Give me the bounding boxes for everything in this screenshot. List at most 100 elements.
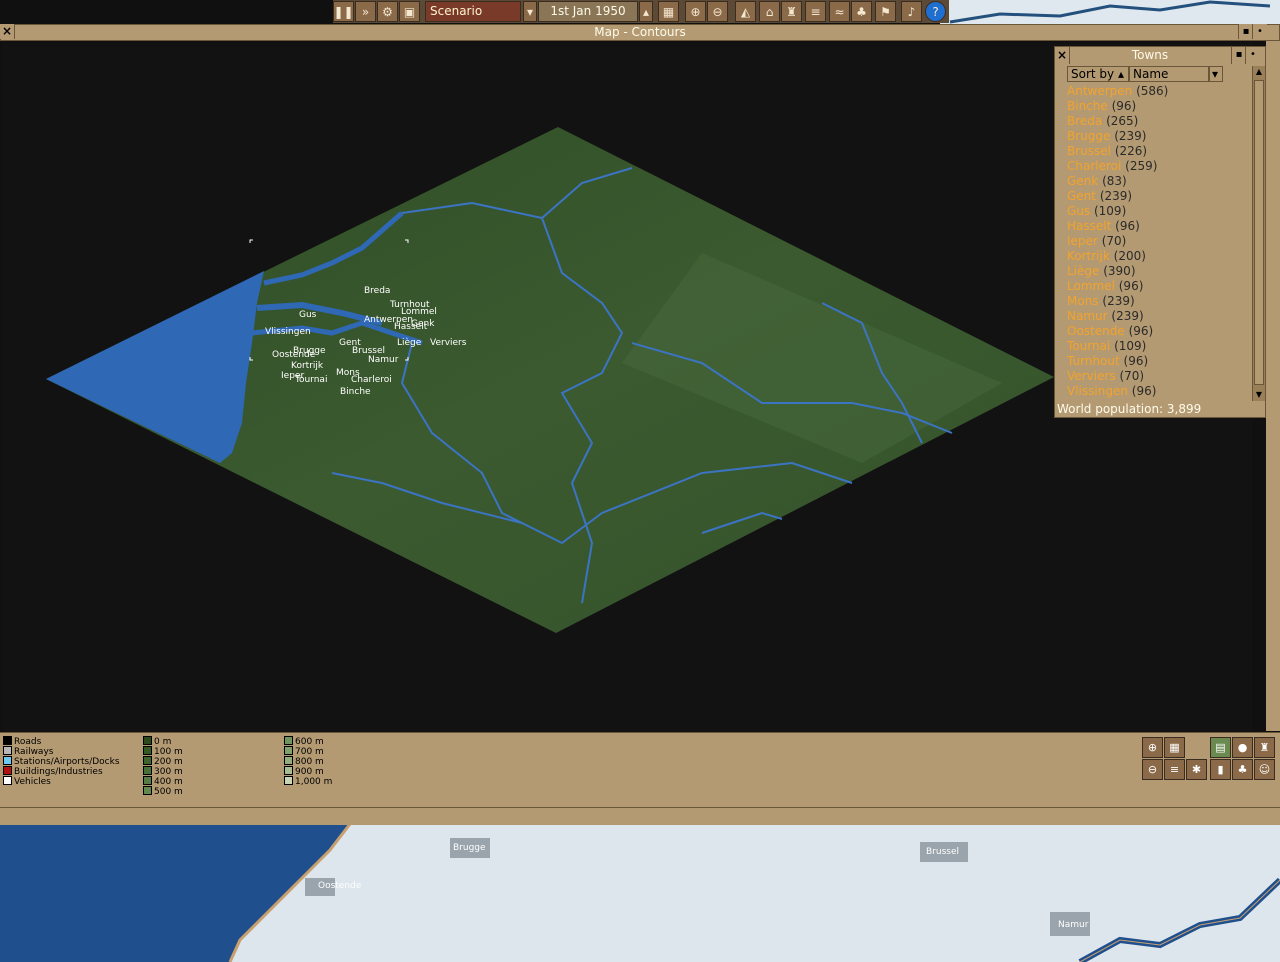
legend-height: 300 m	[143, 766, 183, 777]
map-town-label[interactable]: Genk	[411, 319, 434, 329]
towns-close-icon[interactable]: ×	[1055, 47, 1070, 64]
date-up-arrow-icon[interactable]: ▴	[639, 1, 653, 22]
list-item[interactable]: Genk (83)	[1067, 174, 1249, 189]
list-item[interactable]: Tournai (109)	[1067, 339, 1249, 354]
scroll-down-icon[interactable]: ▼	[1253, 389, 1265, 401]
sign-icon[interactable]: ⚑	[875, 1, 896, 22]
legend-height: 100 m	[143, 746, 183, 757]
town-list[interactable]: Antwerpen (586) Binche (96) Breda (265) …	[1067, 84, 1249, 402]
world-town-label-namur[interactable]: Namur	[1058, 920, 1088, 930]
help-icon[interactable]: ?	[925, 1, 946, 22]
map-town-label[interactable]: Vlissingen	[265, 327, 311, 337]
legend-height: 500 m	[143, 786, 183, 797]
owners-mode-icon[interactable]: ☺	[1254, 759, 1275, 780]
map-pin-icon[interactable]: ▪	[1238, 24, 1253, 39]
town-names-toggle-icon[interactable]: ▮	[1210, 759, 1231, 780]
date-down-arrow-icon[interactable]: ▾	[523, 1, 537, 22]
pause-icon[interactable]: ❚❚	[333, 1, 354, 22]
towns-pin-icon[interactable]: •	[1245, 47, 1260, 64]
list-item[interactable]: Liège (390)	[1067, 264, 1249, 279]
minimap-icon[interactable]: ▦	[658, 1, 679, 22]
list-item[interactable]: Vlissingen (96)	[1067, 384, 1249, 399]
zoom-out-icon[interactable]: ⊖	[707, 1, 728, 22]
list-item[interactable]: Gus (109)	[1067, 204, 1249, 219]
list-item[interactable]: Kortrijk (200)	[1067, 249, 1249, 264]
legend-height: 0 m	[143, 736, 171, 747]
scroll-up-icon[interactable]: ▲	[1253, 66, 1265, 78]
sort-by-button[interactable]: Sort by ▴	[1067, 66, 1129, 82]
landscaping-icon[interactable]: ◭	[735, 1, 756, 22]
map-town-label[interactable]: Tournai	[295, 375, 327, 385]
center-view-icon[interactable]: ▦	[1164, 737, 1185, 758]
map-window-right-border	[1266, 41, 1280, 731]
list-item[interactable]: Antwerpen (586)	[1067, 84, 1249, 99]
chevron-down-icon[interactable]: ▾	[1209, 66, 1223, 82]
list-item[interactable]: Verviers (70)	[1067, 369, 1249, 384]
town-icon[interactable]: ⌂	[759, 1, 780, 22]
legend-roads: Roads	[3, 736, 41, 747]
vehicles-mode-icon[interactable]: ●	[1232, 737, 1253, 758]
sort-field-dropdown[interactable]: Name	[1129, 66, 1209, 82]
sort-by-label: Sort by	[1071, 67, 1115, 81]
legend-height: 1,000 m	[284, 776, 332, 787]
world-town-label-brussel[interactable]: Brussel	[926, 847, 959, 857]
rail-icon[interactable]: ≡	[805, 1, 826, 22]
towns-collapse-icon[interactable]: ▪	[1231, 47, 1246, 64]
fast-forward-icon[interactable]: »	[355, 1, 376, 22]
list-item[interactable]: Binche (96)	[1067, 99, 1249, 114]
map-town-label[interactable]: Gus	[299, 310, 316, 320]
list-item[interactable]: Ieper (70)	[1067, 234, 1249, 249]
settings-gear-icon[interactable]: ⚙	[377, 1, 398, 22]
link-stats-icon[interactable]: ✱	[1186, 759, 1207, 780]
routes-mode-icon[interactable]: ≡	[1164, 759, 1185, 780]
list-item[interactable]: Breda (265)	[1067, 114, 1249, 129]
sound-icon[interactable]: ♪	[901, 1, 922, 22]
list-item[interactable]: Brugge (239)	[1067, 129, 1249, 144]
list-item[interactable]: Mons (239)	[1067, 294, 1249, 309]
industries-mode-icon[interactable]: ♜	[1254, 737, 1275, 758]
map-town-label[interactable]: Oostende	[272, 350, 315, 360]
map-close-icon[interactable]: ×	[0, 24, 15, 39]
list-item[interactable]: Hasselt (96)	[1067, 219, 1249, 234]
list-item[interactable]: Brussel (226)	[1067, 144, 1249, 159]
towns-window-title[interactable]: Towns	[1069, 47, 1231, 64]
list-item[interactable]: Charleroi (259)	[1067, 159, 1249, 174]
save-icon[interactable]: ▣	[399, 1, 420, 22]
sort-field-value: Name	[1133, 67, 1169, 81]
legend-height: 700 m	[284, 746, 324, 757]
legend-buildings: Buildings/Industries	[3, 766, 103, 777]
legend-height: 400 m	[143, 776, 183, 787]
map-window-titlebar[interactable]: Map - Contours	[0, 24, 1280, 41]
zoom-in-icon[interactable]: ⊕	[685, 1, 706, 22]
town-list-scrollbar[interactable]: ▲ ▼	[1252, 66, 1265, 401]
map-town-label[interactable]: Binche	[340, 387, 371, 397]
industry-icon[interactable]: ♜	[781, 1, 802, 22]
map-town-label[interactable]: Charleroi	[351, 375, 392, 385]
water-icon[interactable]: ≈	[829, 1, 850, 22]
main-toolbar: ❚❚ » ⚙ ▣ Scenario Editor ▾ 1st Jan 1950 …	[333, 0, 949, 37]
legend-railways: Railways	[3, 746, 53, 757]
map-town-label[interactable]: Verviers	[430, 338, 466, 348]
map-town-label[interactable]: Liège	[397, 338, 421, 348]
vegetation-mode-icon[interactable]: ♣	[1232, 759, 1253, 780]
map-town-label[interactable]: Namur	[368, 355, 398, 365]
scenario-editor-label[interactable]: Scenario Editor	[425, 1, 521, 37]
map-legend-panel: Roads Railways Stations/Airports/Docks B…	[0, 732, 1280, 825]
list-item[interactable]: Lommel (96)	[1067, 279, 1249, 294]
zoom-out-icon[interactable]: ⊖	[1142, 759, 1163, 780]
map-town-label[interactable]: Kortrijk	[291, 361, 323, 371]
list-item[interactable]: Turnhout (96)	[1067, 354, 1249, 369]
map-sticky-icon[interactable]: •	[1252, 24, 1267, 39]
world-town-label-brugge[interactable]: Brugge	[453, 843, 486, 853]
zoom-in-icon[interactable]: ⊕	[1142, 737, 1163, 758]
map-window-title: Map - Contours	[594, 25, 686, 39]
map-town-label[interactable]: Breda	[364, 286, 390, 296]
list-item[interactable]: Oostende (96)	[1067, 324, 1249, 339]
scroll-thumb[interactable]	[1254, 80, 1264, 385]
date-display: 1st Jan 1950	[538, 1, 638, 22]
trees-icon[interactable]: ♣	[851, 1, 872, 22]
contours-mode-icon[interactable]: ▤	[1210, 737, 1231, 758]
list-item[interactable]: Namur (239)	[1067, 309, 1249, 324]
world-town-label-oostende[interactable]: Oostende	[318, 881, 361, 891]
list-item[interactable]: Gent (239)	[1067, 189, 1249, 204]
